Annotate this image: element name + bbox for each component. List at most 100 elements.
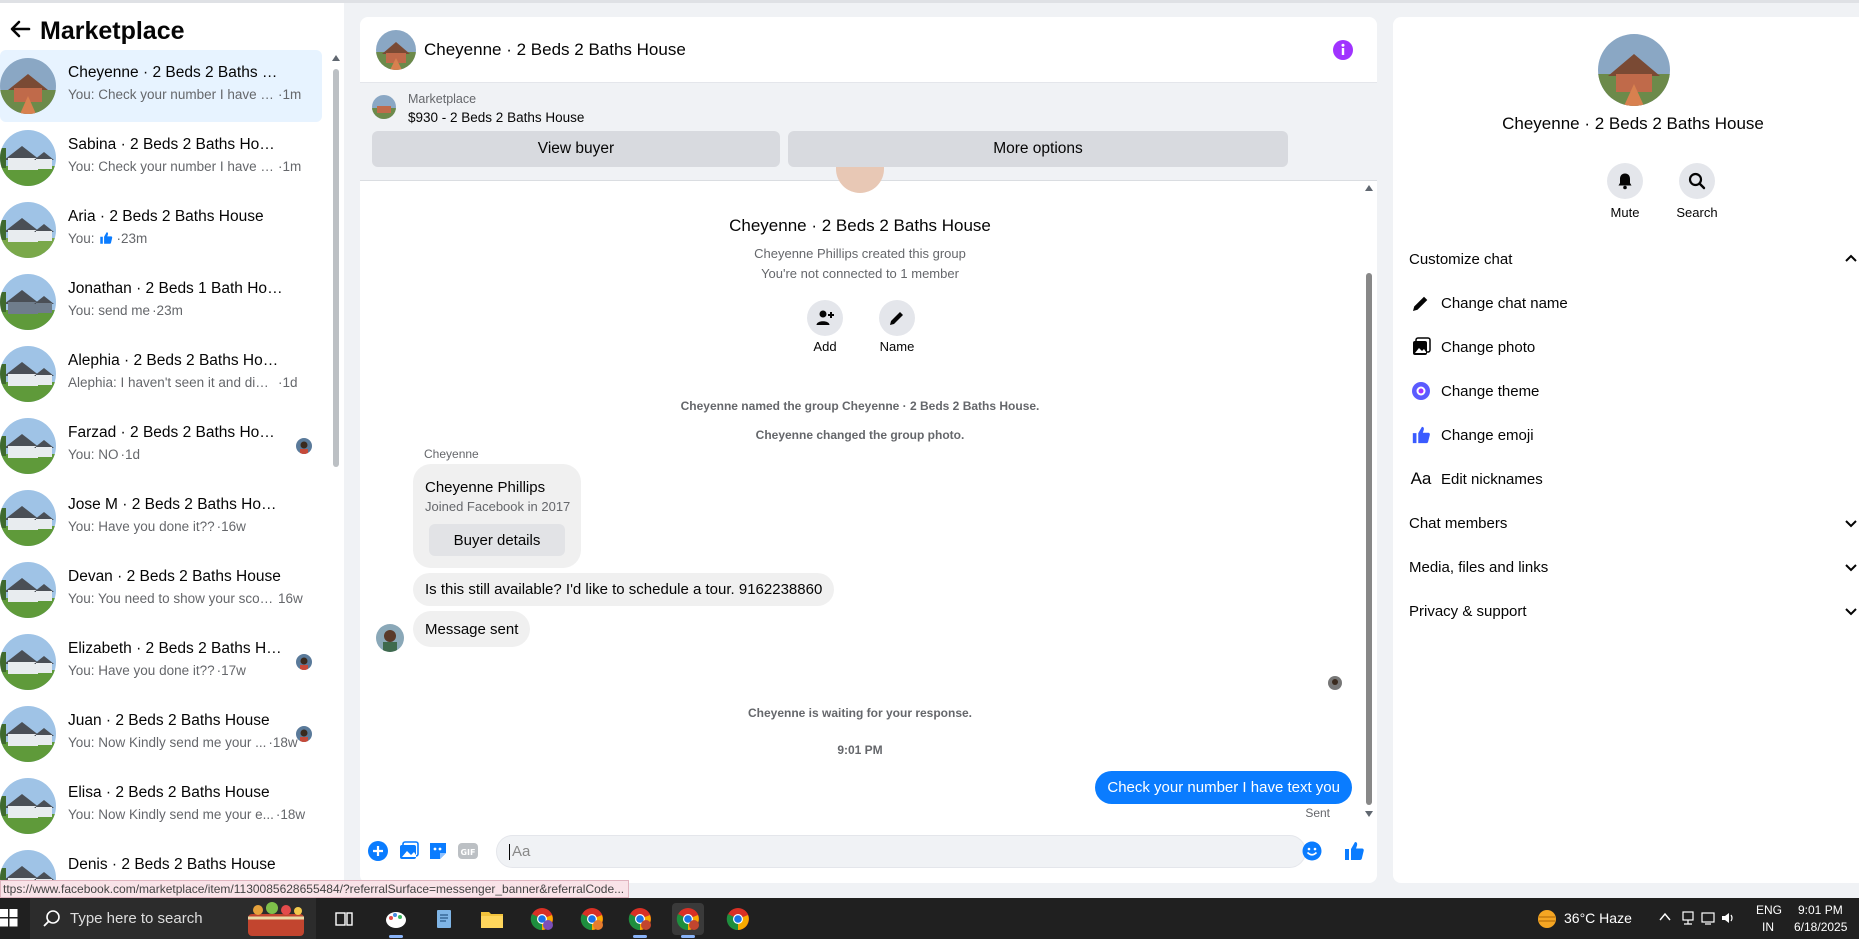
task-view-icon[interactable] [328,903,360,935]
conversation-item[interactable]: Jose M · 2 Beds 2 Baths House You: Have y… [0,482,322,554]
gif-icon[interactable]: GIF [457,840,479,862]
chat-members-label: Chat members [1409,514,1508,532]
language-region[interactable]: IN [1762,920,1774,934]
conversation-preview: You: You need to show your score... 16w [68,591,303,606]
privacy-support-section[interactable]: Privacy & support [1409,591,1857,631]
weather-text[interactable]: 36°C Haze [1564,910,1632,926]
customize-chat-section[interactable]: Customize chat [1409,239,1857,279]
banner-label: Marketplace [408,92,477,106]
more-options-button[interactable]: More options [788,131,1288,167]
conversation-item[interactable]: Elisa · 2 Beds 2 Baths House You: Now Kin… [0,770,322,842]
search-action[interactable]: Search [1667,163,1727,220]
volume-icon[interactable] [1720,910,1736,931]
conversation-item[interactable]: Elizabeth · 2 Beds 2 Baths Ho... You: Hav… [0,626,322,698]
view-buyer-button[interactable]: View buyer [372,131,780,167]
conversation-preview-text: You: Now Kindly send me your e... [68,807,274,822]
sticker-icon[interactable] [427,840,449,862]
notepad-app-icon[interactable] [428,903,460,935]
conversation-item[interactable]: Jonathan · 2 Beds 1 Bath House You: send … [0,266,322,338]
taskbar-search-box[interactable]: Type here to search [30,898,316,939]
outgoing-message[interactable]: Check your number I have text you [1095,771,1352,804]
emoji-icon[interactable] [1302,841,1322,861]
message-input[interactable]: Aa [496,835,1306,868]
conversation-item[interactable]: Farzad · 2 Beds 2 Baths House You: NO ·1d [0,410,322,482]
pencil-icon [890,312,903,325]
conversation-preview: You: send me ·23m [68,303,183,318]
clock-date[interactable]: 6/18/2025 [1794,920,1847,934]
clock-time[interactable]: 9:01 PM [1798,903,1843,917]
conversation-preview-text: You: Have you done it?? [68,663,215,678]
plus-icon[interactable] [367,840,389,862]
weather-sun-icon[interactable] [1536,908,1558,930]
search-icon[interactable] [1679,163,1715,199]
chat-avatar[interactable] [376,30,416,70]
chrome-profile-3-icon[interactable] [624,903,656,938]
like-thumb-icon[interactable] [1343,840,1365,862]
sidebar-scrollbar[interactable] [331,53,341,898]
show-hidden-icons[interactable] [1658,910,1672,929]
conversation-item[interactable]: Aria · 2 Beds 2 Baths House You: ·23m [0,194,322,266]
conversation-preview: You: Now Kindly send me your e... ·18w [68,807,305,822]
incoming-message[interactable]: Is this still available? I'd like to sch… [413,573,835,606]
file-explorer-icon[interactable] [476,903,508,935]
mute-label: Mute [1610,205,1640,220]
media-files-section[interactable]: Media, files and links [1409,547,1857,587]
bell-icon[interactable] [1607,163,1643,199]
conversation-preview-text: You: [68,231,95,246]
conversation-item[interactable]: Juan · 2 Beds 2 Baths House You: Now Kind… [0,698,322,770]
conversation-avatar [0,778,56,834]
buyer-details-button[interactable]: Buyer details [429,524,565,556]
chevron-down-icon [1845,564,1857,572]
display-icon[interactable] [1700,910,1716,931]
edit-nicknames-item[interactable]: Aa Edit nicknames [1409,459,1849,499]
search-label: Search [1676,205,1718,220]
change-chat-name-item[interactable]: Change chat name [1409,283,1849,323]
conversation-preview: Alephia: I haven't seen it and did n... ·… [68,375,298,390]
chat-info-avatar[interactable] [1598,34,1670,106]
change-emoji-item[interactable]: Change emoji [1409,415,1849,455]
chat-title[interactable]: Cheyenne · 2 Beds 2 Baths House [424,40,686,60]
group-name: Cheyenne · 2 Beds 2 Baths House [729,216,991,235]
network-icon[interactable] [1680,910,1696,931]
conversation-avatar [0,706,56,762]
sidebar-scroll-thumb[interactable] [333,69,339,467]
chrome-profile-4-icon[interactable] [672,903,704,938]
chrome-profile-1-icon[interactable] [526,903,558,935]
conversation-name: Aria · 2 Beds 2 Baths House [68,208,264,225]
scroll-up-arrow-icon[interactable] [332,55,340,61]
info-icon[interactable] [1332,39,1354,61]
conversation-item[interactable]: Cheyenne · 2 Beds 2 Baths House You: Chec… [0,50,322,122]
sender-name: Cheyenne [424,447,479,461]
name-label: Name [879,339,915,354]
mute-action[interactable]: Mute [1595,163,1655,220]
conversation-name: Elizabeth · 2 Beds 2 Baths Ho... [68,640,283,657]
listing-title[interactable]: $930 - 2 Beds 2 Baths House [408,110,584,125]
chat-members-section[interactable]: Chat members [1409,503,1857,543]
back-arrow-icon[interactable] [6,15,34,43]
conversation-avatar [0,58,56,114]
chrome-profile-5-icon[interactable] [722,903,754,935]
chrome-profile-2-icon[interactable] [576,903,608,935]
language-code[interactable]: ENG [1756,903,1782,917]
change-theme-item[interactable]: Change theme [1409,371,1849,411]
conversation-item[interactable]: Devan · 2 Beds 2 Baths House You: You nee… [0,554,322,626]
chat-header: Cheyenne · 2 Beds 2 Baths House [360,17,1377,83]
sender-avatar[interactable] [376,624,404,652]
chat-scrollbar[interactable] [1363,181,1375,821]
chat-scroll-thumb[interactable] [1366,273,1372,805]
photo-icon[interactable] [397,840,419,862]
conversation-item[interactable]: Alephia · 2 Beds 2 Baths House Alephia: I… [0,338,322,410]
active-indicator [633,935,647,938]
conversation-item[interactable]: Sabina · 2 Beds 2 Baths House You: Check … [0,122,322,194]
add-member-button[interactable] [807,300,843,336]
change-photo-item[interactable]: Change photo [1409,327,1849,367]
paint-app-icon[interactable] [380,903,412,938]
chat-scroll-up-icon[interactable] [1365,185,1373,191]
windows-start-icon[interactable] [0,909,18,927]
message-sent-bubble[interactable]: Message sent [413,611,531,647]
message-timestamp: 9:01 PM [837,743,883,757]
chat-scroll-down-icon[interactable] [1365,811,1373,817]
name-group-button[interactable] [879,300,915,336]
sidebar-header: Marketplace [0,3,344,53]
listing-thumbnail[interactable] [372,95,396,119]
